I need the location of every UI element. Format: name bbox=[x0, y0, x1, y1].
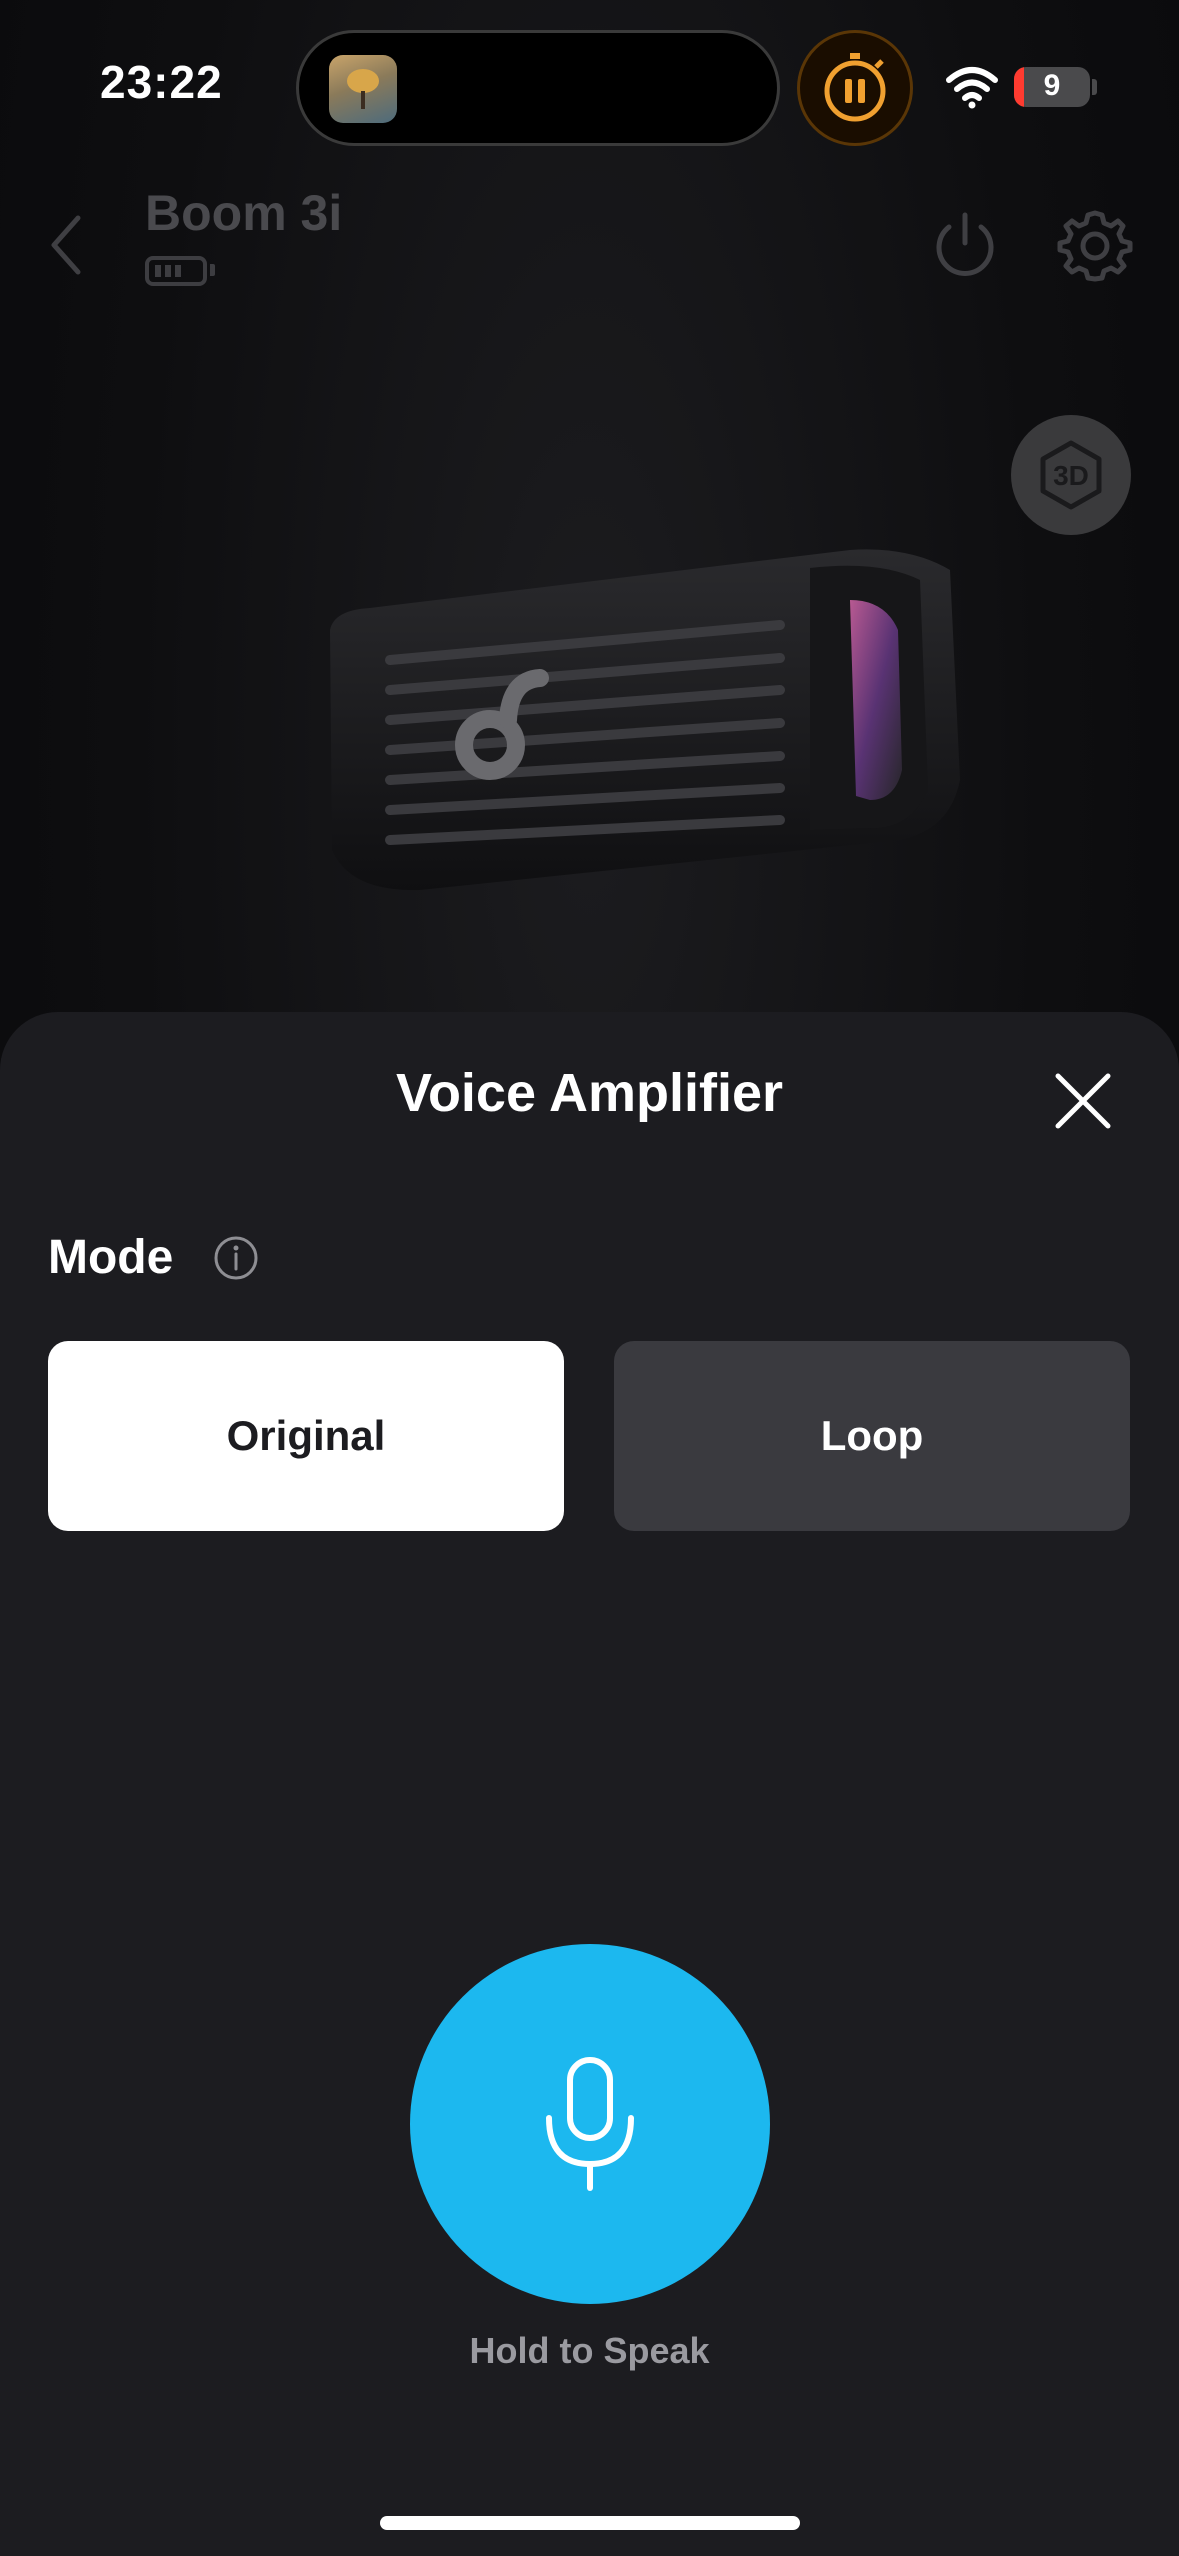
gear-icon[interactable] bbox=[1055, 205, 1135, 285]
info-icon[interactable] bbox=[212, 1234, 260, 1282]
battery-level: 9 bbox=[1043, 69, 1061, 102]
hold-to-speak-button[interactable] bbox=[410, 1944, 770, 2304]
close-icon[interactable] bbox=[1048, 1066, 1118, 1136]
3d-view-icon: 3D bbox=[1040, 440, 1102, 510]
hold-to-speak-label: Hold to Speak bbox=[469, 2330, 710, 2371]
mode-loop-label: Loop bbox=[820, 1412, 924, 1459]
mode-original-label: Original bbox=[226, 1412, 386, 1459]
device-header: Boom 3i bbox=[0, 170, 1179, 310]
device-name: Boom 3i bbox=[145, 185, 343, 241]
voice-amplifier-sheet: Voice Amplifier Mode Original Loop Hold … bbox=[0, 1012, 1179, 2556]
microphone-icon bbox=[546, 2057, 634, 2191]
chevron-left-icon[interactable] bbox=[42, 210, 92, 280]
mode-loop-button[interactable]: Loop bbox=[614, 1341, 1130, 1531]
3d-view-button[interactable]: 3D bbox=[1011, 415, 1131, 535]
battery-indicator: 9 bbox=[1014, 67, 1090, 107]
device-battery-icon bbox=[145, 256, 207, 286]
mode-original-button[interactable]: Original bbox=[48, 1341, 564, 1531]
speaker-image bbox=[330, 549, 960, 891]
mode-label: Mode bbox=[48, 1231, 174, 1284]
status-time: 23:22 bbox=[100, 56, 223, 108]
sheet-title: Voice Amplifier bbox=[395, 1063, 784, 1123]
power-icon[interactable] bbox=[925, 205, 1005, 285]
home-indicator[interactable] bbox=[380, 2516, 800, 2530]
wifi-icon bbox=[946, 67, 998, 109]
album-art-icon[interactable] bbox=[329, 55, 397, 123]
battery-nub bbox=[1092, 79, 1097, 95]
screen: 23:22 9 Boom 3i 3D Voice Amplifier Mode … bbox=[0, 0, 1179, 2556]
svg-text:3D: 3D bbox=[1053, 460, 1089, 491]
pause-timer-icon[interactable] bbox=[797, 30, 913, 146]
dynamic-island[interactable] bbox=[296, 30, 780, 146]
device-battery-nub bbox=[210, 264, 215, 276]
